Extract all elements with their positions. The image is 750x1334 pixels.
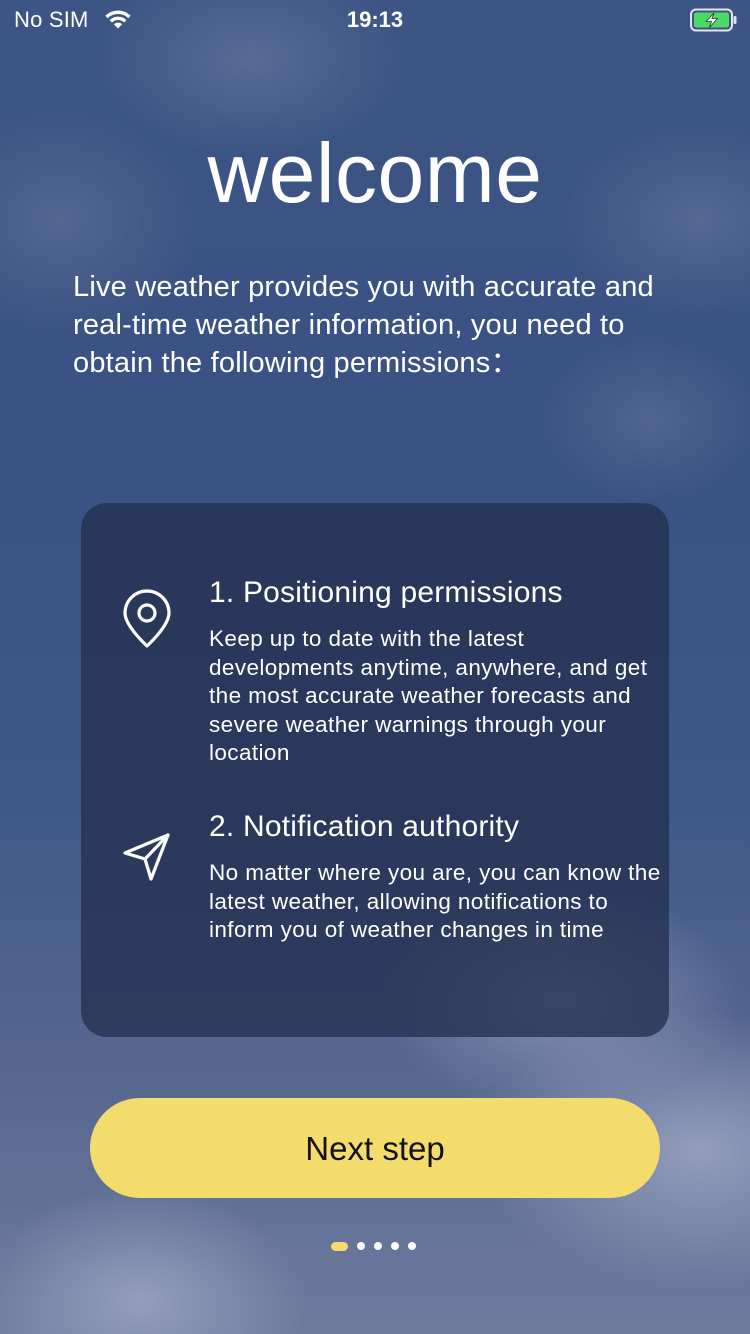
intro-text: Live weather provides you with accurate … <box>73 271 654 379</box>
location-pin-icon <box>123 589 171 648</box>
permission-title: 1. Positioning permissions <box>209 576 563 609</box>
page-dot <box>408 1242 416 1250</box>
page-dot <box>374 1242 382 1250</box>
permission-description: Keep up to date with the latest developm… <box>209 626 648 766</box>
permission-title: 2. Notification authority <box>209 810 520 843</box>
permission-description: No matter where you are, you can know th… <box>209 860 661 943</box>
permissions-card: 1. Positioning permissions Keep up to da… <box>81 503 669 1037</box>
status-bar: No SIM 19:13 <box>0 0 750 40</box>
send-arrow-icon <box>123 833 170 881</box>
battery-charging-icon <box>690 8 737 32</box>
page-dot <box>357 1242 365 1250</box>
page-dot <box>391 1242 399 1250</box>
welcome-title: welcome <box>207 126 543 220</box>
page-dot-active <box>331 1241 348 1251</box>
next-step-button[interactable]: Next step <box>90 1098 660 1198</box>
status-time: 19:13 <box>346 7 404 32</box>
page-indicator <box>331 1241 416 1251</box>
